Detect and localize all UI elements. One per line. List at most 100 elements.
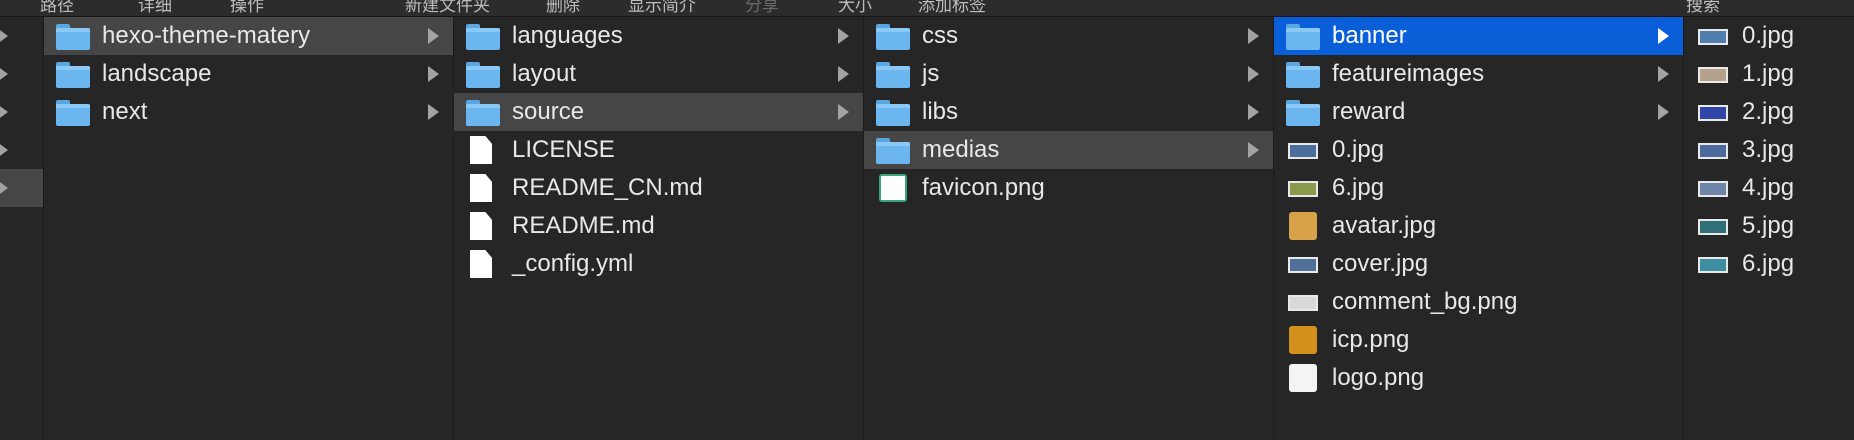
file-name: 1.jpg [1742,60,1795,87]
column-4[interactable]: banner featureimages reward 0.jpg 6.jpg avata… [1274,17,1684,440]
file-name: 4.jpg [1742,174,1795,201]
file-name: 6.jpg [1742,250,1795,277]
list-item[interactable]: 5.jpg [1684,207,1854,245]
toolbar-share-label[interactable]: 分享 [745,0,779,16]
image-thumbnail-icon [1286,174,1320,202]
image-thumbnail [1698,257,1728,273]
column-5[interactable]: 0.jpg 1.jpg 2.jpg 3.jpg 4.jpg 5.jpg 6.jpg [1684,17,1854,440]
list-item[interactable]: hexo-theme-matery [44,17,453,55]
file-name: 0.jpg [1742,22,1795,49]
file-name: _config.yml [512,250,634,277]
column-2[interactable]: languages layout source LICENSE README_CN.md… [454,17,864,440]
list-item[interactable] [0,93,43,131]
chevron-right-icon [0,104,8,120]
list-item[interactable]: 3.jpg [1684,131,1854,169]
file-name: 3.jpg [1742,136,1795,163]
chevron-right-icon [1658,104,1669,120]
list-item[interactable]: 2.jpg [1684,93,1854,131]
chevron-right-icon [1248,142,1259,158]
folder-body [56,66,90,88]
toolbar-add-tags-label[interactable]: 添加标签 [918,0,986,16]
file-name: languages [512,22,623,49]
list-item[interactable]: favicon.png [864,169,1273,207]
finder-toolbar: 路径 详细 操作 新建文件夹 删除 显示简介 分享 大小 添加标签 搜索 [0,0,1854,17]
list-item[interactable]: _config.yml [454,245,863,283]
list-item[interactable]: icp.png [1274,321,1683,359]
list-item[interactable]: landscape [44,55,453,93]
list-item[interactable]: README.md [454,207,863,245]
list-item[interactable]: banner [1274,17,1683,55]
chevron-right-icon [428,66,439,82]
list-item[interactable]: LICENSE [454,131,863,169]
image-thumbnail-icon [1286,326,1320,354]
list-item[interactable]: 0.jpg [1274,131,1683,169]
file-name: icp.png [1332,326,1410,353]
toolbar-size-label[interactable]: 大小 [838,0,872,16]
list-item[interactable]: languages [454,17,863,55]
image-thumbnail [1698,219,1728,235]
chevron-right-icon [838,28,849,44]
list-item[interactable]: 0.jpg [1684,17,1854,55]
list-item[interactable]: featureimages [1274,55,1683,93]
list-item[interactable]: comment_bg.png [1274,283,1683,321]
image-thumbnail [1698,67,1728,83]
folder-body [56,28,90,50]
list-item[interactable]: 1.jpg [1684,55,1854,93]
folder-icon [1286,98,1320,126]
list-item[interactable]: 4.jpg [1684,169,1854,207]
document-page [470,212,492,240]
list-item[interactable]: js [864,55,1273,93]
document-page [470,136,492,164]
image-thumbnail [1698,181,1728,197]
toolbar-get-info-label[interactable]: 显示简介 [628,0,696,16]
list-item[interactable]: cover.jpg [1274,245,1683,283]
image-thumbnail [1288,143,1318,159]
list-item[interactable]: css [864,17,1273,55]
image-thumbnail [1288,295,1318,311]
folder-icon [466,60,500,88]
list-item[interactable]: libs [864,93,1273,131]
folder-body [876,28,910,50]
column-0[interactable] [0,17,44,440]
folder-body [1286,28,1320,50]
list-item[interactable]: source [454,93,863,131]
list-item[interactable]: 6.jpg [1274,169,1683,207]
list-item[interactable] [0,17,43,55]
list-item[interactable]: README_CN.md [454,169,863,207]
file-name: logo.png [1332,364,1425,391]
toolbar-path-label[interactable]: 路径 [40,0,74,16]
folder-body [1286,104,1320,126]
folder-icon [1286,60,1320,88]
list-item[interactable] [0,169,43,207]
toolbar-new-folder-label[interactable]: 新建文件夹 [405,0,490,16]
image-thumbnail [1698,143,1728,159]
folder-icon [466,98,500,126]
chevron-right-icon [1658,66,1669,82]
list-item[interactable] [0,55,43,93]
list-item[interactable]: 6.jpg [1684,245,1854,283]
file-name: layout [512,60,577,87]
toolbar-view-label[interactable]: 详细 [138,0,172,16]
toolbar-delete-label[interactable]: 删除 [546,0,580,16]
column-3[interactable]: css js libs medias favicon.png [864,17,1274,440]
list-item[interactable] [0,131,43,169]
favicon-image-icon [876,174,910,202]
list-item[interactable]: layout [454,55,863,93]
folder-body [1286,66,1320,88]
folder-icon [56,98,90,126]
chevron-right-icon [838,66,849,82]
toolbar-action-label[interactable]: 操作 [230,0,264,16]
list-item[interactable]: medias [864,131,1273,169]
list-item[interactable]: reward [1274,93,1683,131]
file-name: 5.jpg [1742,212,1795,239]
list-item[interactable]: avatar.jpg [1274,207,1683,245]
chevron-right-icon [838,104,849,120]
column-1[interactable]: hexo-theme-matery landscape next [44,17,454,440]
column-browser: hexo-theme-matery landscape next languages… [0,17,1854,440]
file-name: landscape [102,60,212,87]
folder-body [56,104,90,126]
file-name: featureimages [1332,60,1485,87]
list-item[interactable]: next [44,93,453,131]
toolbar-search-label[interactable]: 搜索 [1686,0,1720,16]
list-item[interactable]: logo.png [1274,359,1683,397]
